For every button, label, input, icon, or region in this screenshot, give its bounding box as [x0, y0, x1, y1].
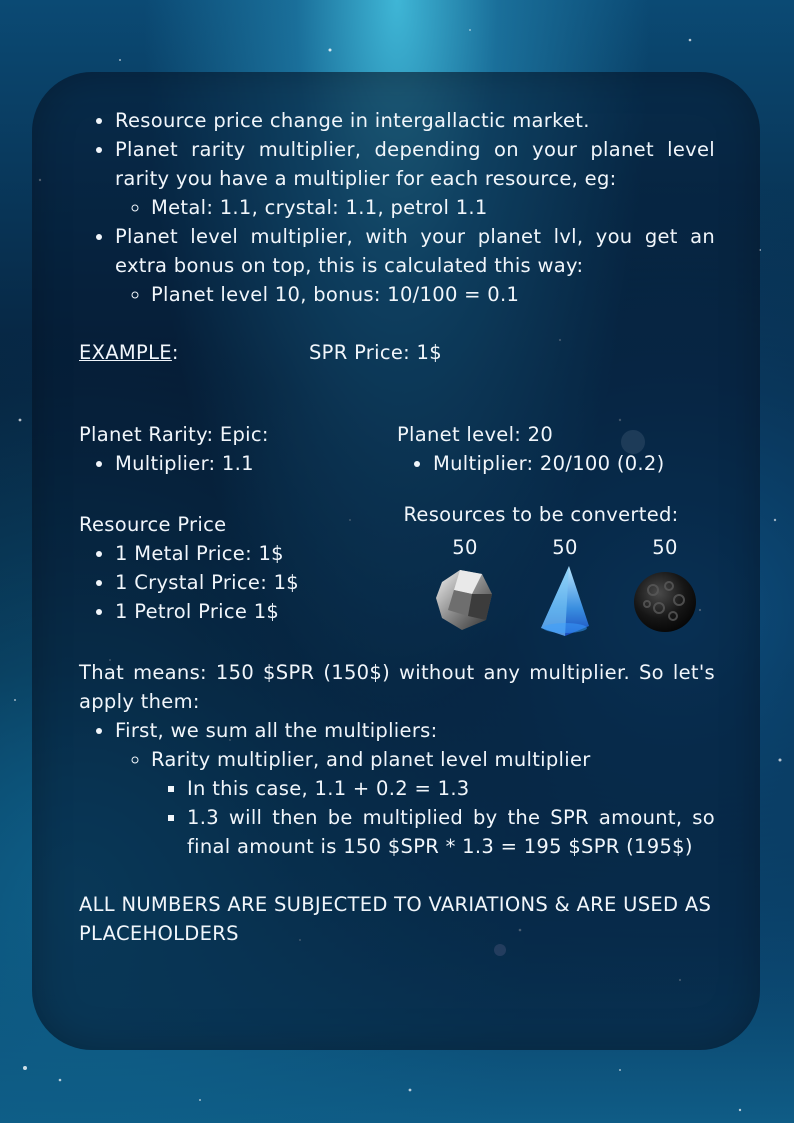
metal-icon: [436, 570, 492, 630]
level-list: Multiplier: 20/100 (0.2): [397, 449, 715, 478]
list-item: 1 Petrol Price 1$: [115, 597, 389, 626]
example-colon: :: [171, 341, 179, 364]
level-multiplier-text: Planet level multiplier, with your plane…: [115, 225, 715, 277]
list-item: In this case, 1.1 + 0.2 = 1.3: [187, 774, 715, 803]
list-item: Planet rarity multiplier, depending on y…: [115, 135, 715, 222]
factors-list: Resource price change in intergallactic …: [79, 106, 715, 309]
spr-price: SPR Price: 1$: [309, 341, 442, 364]
list-item: Planet level 10, bonus: 10/100 = 0.1: [151, 280, 715, 309]
sub-list: Metal: 1.1, crystal: 1.1, petrol 1.1: [115, 193, 715, 222]
sub-sub-list: In this case, 1.1 + 0.2 = 1.3 1.3 will t…: [151, 774, 715, 861]
example-label: EXAMPLE: [79, 341, 172, 364]
level-block: Planet level: 20 Multiplier: 20/100 (0.2…: [397, 420, 715, 478]
rarity-block: Planet Rarity: Epic: Multiplier: 1.1: [79, 420, 397, 478]
crystal-amount: 50: [552, 536, 578, 559]
level-title: Planet level: 20: [397, 423, 554, 446]
list-item: 1.3 will then be multiplied by the SPR a…: [187, 803, 715, 861]
conversion-title: Resources to be converted:: [403, 503, 679, 526]
crystal-icon: [541, 566, 589, 636]
list-item: Multiplier: 1.1: [115, 449, 397, 478]
explanation-intro: That means: 150 $SPR (150$) without any …: [79, 661, 715, 713]
resource-price-block: Resource Price 1 Metal Price: 1$ 1 Cryst…: [79, 500, 389, 638]
step1-text: First, we sum all the multipliers:: [115, 719, 438, 742]
list-item: Resource price change in intergallactic …: [115, 106, 715, 135]
resource-icons: 50 50 50: [415, 533, 715, 638]
list-item: Rarity multiplier, and planet level mult…: [151, 745, 715, 861]
step1-sub-text: Rarity multiplier, and planet level mult…: [151, 748, 591, 771]
resource-price-title: Resource Price: [79, 513, 227, 536]
example-row: EXAMPLE: SPR Price: 1$: [79, 338, 715, 367]
metal-amount: 50: [452, 536, 478, 559]
steps-list: First, we sum all the multipliers: Rarit…: [79, 716, 715, 861]
list-item: First, we sum all the multipliers: Rarit…: [115, 716, 715, 861]
disclaimer: ALL NUMBERS ARE SUBJECTED TO VARIATIONS …: [79, 893, 712, 945]
resource-metal: 50: [415, 533, 515, 638]
rarity-multiplier-text: Planet rarity multiplier, depending on y…: [115, 138, 715, 190]
resource-crystal: 50: [515, 533, 615, 638]
market-price-text: Resource price change in intergallactic …: [115, 109, 590, 132]
list-item: Metal: 1.1, crystal: 1.1, petrol 1.1: [151, 193, 715, 222]
conversion-block: Resources to be converted: 50 50 50: [389, 500, 715, 638]
petrol-icon: [634, 572, 696, 632]
resource-price-list: 1 Metal Price: 1$ 1 Crystal Price: 1$ 1 …: [79, 539, 389, 626]
main-content: Resource price change in intergallactic …: [79, 106, 715, 948]
rarity-list: Multiplier: 1.1: [79, 449, 397, 478]
rarity-title: Planet Rarity: Epic:: [79, 423, 269, 446]
list-item: Multiplier: 20/100 (0.2): [433, 449, 715, 478]
list-item: 1 Crystal Price: 1$: [115, 568, 389, 597]
sub-list: Planet level 10, bonus: 10/100 = 0.1: [115, 280, 715, 309]
resource-petrol: 50: [615, 533, 715, 638]
petrol-amount: 50: [652, 536, 678, 559]
resources-row: Resource Price 1 Metal Price: 1$ 1 Cryst…: [79, 500, 715, 638]
multipliers-row: Planet Rarity: Epic: Multiplier: 1.1 Pla…: [79, 420, 715, 478]
sub-list: Rarity multiplier, and planet level mult…: [115, 745, 715, 861]
list-item: Planet level multiplier, with your plane…: [115, 222, 715, 309]
list-item: 1 Metal Price: 1$: [115, 539, 389, 568]
